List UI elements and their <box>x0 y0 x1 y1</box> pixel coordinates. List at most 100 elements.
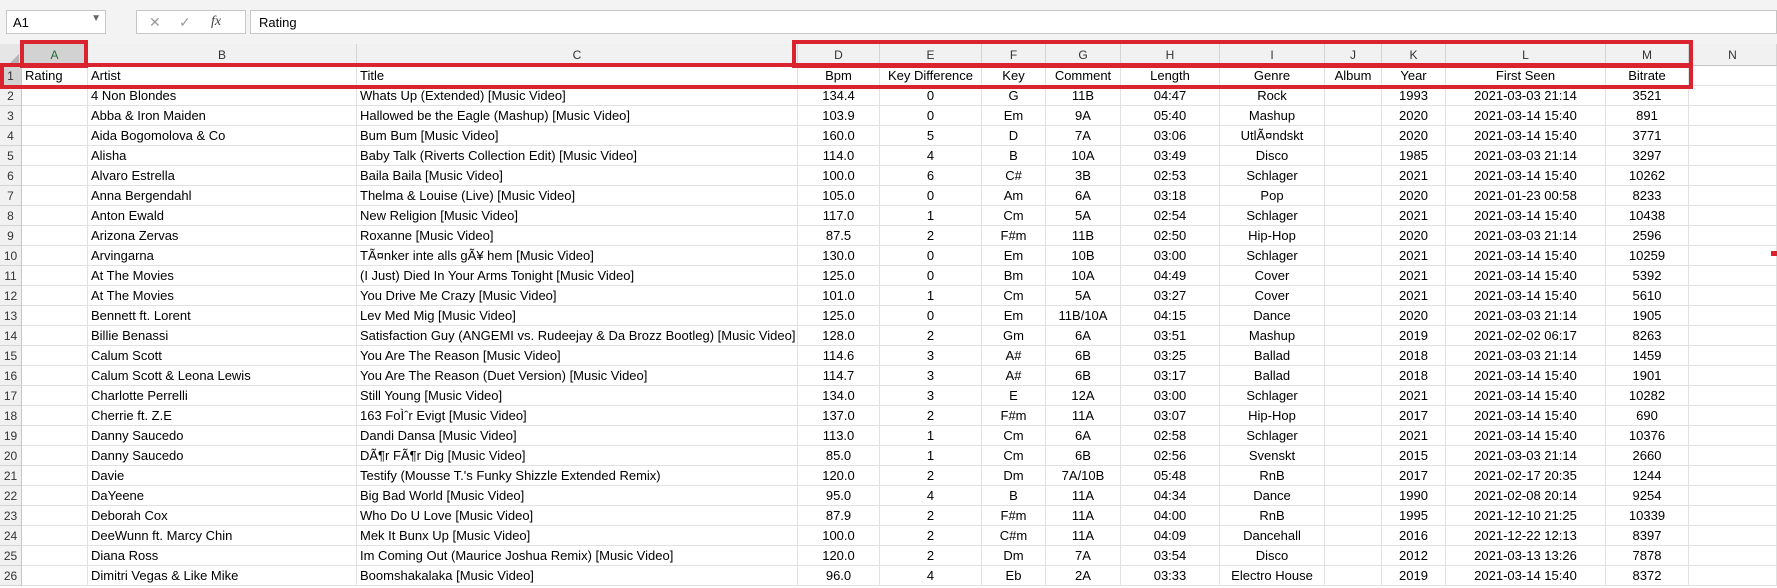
cell-k20[interactable]: 2015 <box>1382 446 1446 466</box>
cell-e24[interactable]: 2 <box>880 526 982 546</box>
column-header-n[interactable]: N <box>1689 44 1777 66</box>
cell-a17[interactable] <box>22 386 88 406</box>
cell-h19[interactable]: 02:58 <box>1121 426 1220 446</box>
cell-m24[interactable]: 8397 <box>1606 526 1689 546</box>
cell-i25[interactable]: Disco <box>1220 546 1325 566</box>
cell-h25[interactable]: 03:54 <box>1121 546 1220 566</box>
cell-h14[interactable]: 03:51 <box>1121 326 1220 346</box>
cell-j7[interactable] <box>1325 186 1382 206</box>
cell-h17[interactable]: 03:00 <box>1121 386 1220 406</box>
row-header-10[interactable]: 10 <box>0 246 22 266</box>
cell-a3[interactable] <box>22 106 88 126</box>
cell-h10[interactable]: 03:00 <box>1121 246 1220 266</box>
cell-j20[interactable] <box>1325 446 1382 466</box>
cell-g10[interactable]: 10B <box>1046 246 1121 266</box>
row-header-2[interactable]: 2 <box>0 86 22 106</box>
cell-m7[interactable]: 8233 <box>1606 186 1689 206</box>
cell-a11[interactable] <box>22 266 88 286</box>
cell-n18[interactable] <box>1689 406 1777 426</box>
header-cell-m[interactable]: Bitrate <box>1606 66 1689 86</box>
cell-d3[interactable]: 103.9 <box>798 106 880 126</box>
cell-e18[interactable]: 2 <box>880 406 982 426</box>
cell-l8[interactable]: 2021-03-14 15:40 <box>1446 206 1606 226</box>
cell-j23[interactable] <box>1325 506 1382 526</box>
cell-n21[interactable] <box>1689 466 1777 486</box>
cell-e13[interactable]: 0 <box>880 306 982 326</box>
cell-j8[interactable] <box>1325 206 1382 226</box>
cell-g25[interactable]: 7A <box>1046 546 1121 566</box>
cell-m4[interactable]: 3771 <box>1606 126 1689 146</box>
cell-j5[interactable] <box>1325 146 1382 166</box>
cell-n10[interactable] <box>1689 246 1777 266</box>
cell-a14[interactable] <box>22 326 88 346</box>
cell-d26[interactable]: 96.0 <box>798 566 880 586</box>
cell-m2[interactable]: 3521 <box>1606 86 1689 106</box>
header-cell-k[interactable]: Year <box>1382 66 1446 86</box>
cell-a23[interactable] <box>22 506 88 526</box>
cell-f11[interactable]: Bm <box>982 266 1046 286</box>
row-header-20[interactable]: 20 <box>0 446 22 466</box>
cell-j11[interactable] <box>1325 266 1382 286</box>
cell-m10[interactable]: 10259 <box>1606 246 1689 266</box>
cell-m15[interactable]: 1459 <box>1606 346 1689 366</box>
cell-i8[interactable]: Schlager <box>1220 206 1325 226</box>
cell-f9[interactable]: F#m <box>982 226 1046 246</box>
cell-m14[interactable]: 8263 <box>1606 326 1689 346</box>
cell-d14[interactable]: 128.0 <box>798 326 880 346</box>
cell-c23[interactable]: Who Do U Love [Music Video] <box>357 506 798 526</box>
row-header-7[interactable]: 7 <box>0 186 22 206</box>
column-header-k[interactable]: K <box>1382 44 1446 66</box>
cell-m5[interactable]: 3297 <box>1606 146 1689 166</box>
cell-n15[interactable] <box>1689 346 1777 366</box>
row-header-17[interactable]: 17 <box>0 386 22 406</box>
cell-i16[interactable]: Ballad <box>1220 366 1325 386</box>
cell-n22[interactable] <box>1689 486 1777 506</box>
cell-k8[interactable]: 2021 <box>1382 206 1446 226</box>
column-header-c[interactable]: C <box>357 44 798 66</box>
cell-c24[interactable]: Mek It Bunx Up [Music Video] <box>357 526 798 546</box>
cell-k3[interactable]: 2020 <box>1382 106 1446 126</box>
cell-b2[interactable]: 4 Non Blondes <box>88 86 357 106</box>
cell-d25[interactable]: 120.0 <box>798 546 880 566</box>
cell-i13[interactable]: Dance <box>1220 306 1325 326</box>
cell-n11[interactable] <box>1689 266 1777 286</box>
cell-j18[interactable] <box>1325 406 1382 426</box>
cell-m8[interactable]: 10438 <box>1606 206 1689 226</box>
cell-b7[interactable]: Anna Bergendahl <box>88 186 357 206</box>
cell-k26[interactable]: 2019 <box>1382 566 1446 586</box>
cell-j3[interactable] <box>1325 106 1382 126</box>
cell-j9[interactable] <box>1325 226 1382 246</box>
cell-e2[interactable]: 0 <box>880 86 982 106</box>
cell-b5[interactable]: Alisha <box>88 146 357 166</box>
cell-k14[interactable]: 2019 <box>1382 326 1446 346</box>
cell-k9[interactable]: 2020 <box>1382 226 1446 246</box>
cell-i26[interactable]: Electro House <box>1220 566 1325 586</box>
cell-i22[interactable]: Dance <box>1220 486 1325 506</box>
cell-k19[interactable]: 2021 <box>1382 426 1446 446</box>
cell-f26[interactable]: Eb <box>982 566 1046 586</box>
cell-a21[interactable] <box>22 466 88 486</box>
cell-m11[interactable]: 5392 <box>1606 266 1689 286</box>
column-header-g[interactable]: G <box>1046 44 1121 66</box>
cell-g4[interactable]: 7A <box>1046 126 1121 146</box>
cell-a6[interactable] <box>22 166 88 186</box>
cell-b14[interactable]: Billie Benassi <box>88 326 357 346</box>
cell-f14[interactable]: Gm <box>982 326 1046 346</box>
cell-k15[interactable]: 2018 <box>1382 346 1446 366</box>
cell-l11[interactable]: 2021-03-14 15:40 <box>1446 266 1606 286</box>
select-all-corner[interactable] <box>0 44 22 66</box>
cell-e3[interactable]: 0 <box>880 106 982 126</box>
cell-l14[interactable]: 2021-02-02 06:17 <box>1446 326 1606 346</box>
cell-l4[interactable]: 2021-03-14 15:40 <box>1446 126 1606 146</box>
cell-c5[interactable]: Baby Talk (Riverts Collection Edit) [Mus… <box>357 146 798 166</box>
cell-c10[interactable]: TÃ¤nker inte alls gÃ¥ hem [Music Video] <box>357 246 798 266</box>
row-header-26[interactable]: 26 <box>0 566 22 586</box>
cell-b8[interactable]: Anton Ewald <box>88 206 357 226</box>
cell-k17[interactable]: 2021 <box>1382 386 1446 406</box>
cell-l19[interactable]: 2021-03-14 15:40 <box>1446 426 1606 446</box>
cell-g6[interactable]: 3B <box>1046 166 1121 186</box>
cell-m20[interactable]: 2660 <box>1606 446 1689 466</box>
cell-l24[interactable]: 2021-12-22 12:13 <box>1446 526 1606 546</box>
cell-a24[interactable] <box>22 526 88 546</box>
cell-l21[interactable]: 2021-02-17 20:35 <box>1446 466 1606 486</box>
